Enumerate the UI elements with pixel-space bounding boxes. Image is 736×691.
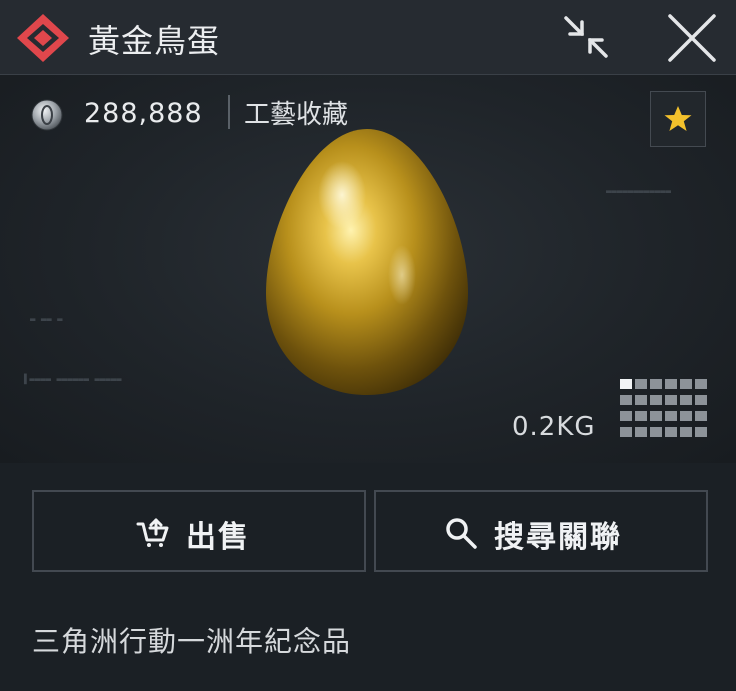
decorative-code-text: ▌▬▬▬▬ ▬▬▬▬▬▬ ▬▬▬▬▬ xyxy=(24,375,122,385)
collapse-arrows-icon[interactable] xyxy=(560,14,612,60)
search-related-label: 搜尋關聯 xyxy=(494,520,622,555)
item-weight: 0.2KG xyxy=(512,412,596,442)
magnifier-icon xyxy=(446,518,477,549)
item-title: 黃金鳥蛋 xyxy=(88,22,221,60)
sell-cart-icon xyxy=(136,518,169,547)
close-icon[interactable] xyxy=(664,12,720,64)
item-description: 三角洲行動一洲年紀念品 xyxy=(32,625,352,658)
favorite-button[interactable] xyxy=(650,91,706,147)
golden-egg-image xyxy=(266,129,468,395)
decorative-code-text: ▬▬▬▬▬▬▬▬▬▬▬▬ xyxy=(606,187,672,197)
divider xyxy=(228,95,230,129)
star-icon xyxy=(664,106,692,131)
search-related-button[interactable]: 搜尋關聯 xyxy=(374,490,708,572)
sell-button-label: 出售 xyxy=(186,520,250,555)
silver-coin-icon xyxy=(31,99,63,131)
inventory-grid-icon xyxy=(620,379,707,437)
decorative-code-text: ▬ ▬▬ ▬ xyxy=(30,315,63,325)
item-preview-area: ▬▬▬▬▬▬▬▬▬▬▬▬ ▌▬▬▬▬ ▬▬▬▬▬▬ ▬▬▬▬▬ ▬ ▬▬ ▬ 2… xyxy=(0,75,736,463)
item-price: 288,888 xyxy=(84,98,203,129)
title-bar: 黃金鳥蛋 xyxy=(0,0,736,75)
diamond-emblem-icon xyxy=(17,14,69,62)
sell-button[interactable]: 出售 xyxy=(32,490,366,572)
item-detail-panel: 黃金鳥蛋 ▬▬▬▬▬▬▬▬▬▬▬▬ ▌▬▬▬▬ ▬▬▬▬▬▬ ▬▬▬▬▬ ▬ ▬… xyxy=(0,0,736,691)
